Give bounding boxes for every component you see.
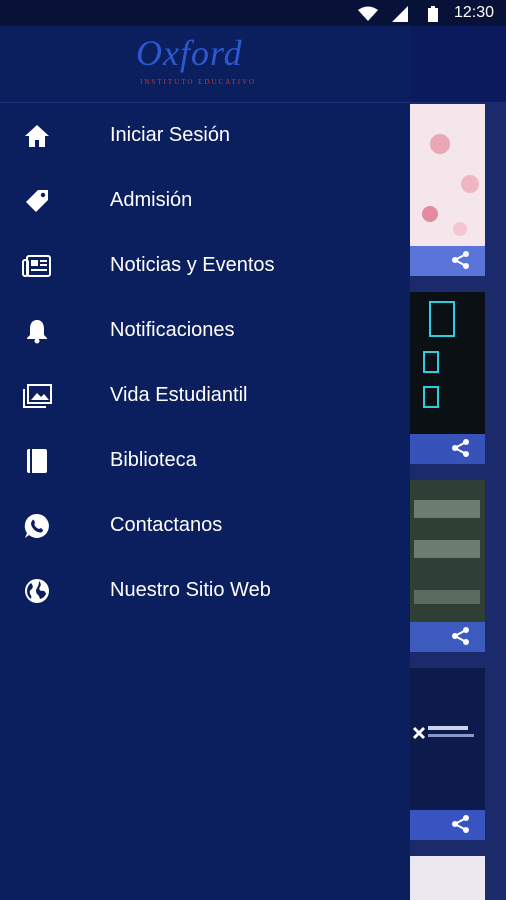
menu-item-label: Contactanos [110,514,223,536]
card-share-bar [410,810,485,840]
card-share-bar [410,246,485,276]
menu-item-label: Admisión [110,189,193,211]
menu-item-iniciar-sesion[interactable]: Iniciar Sesión [0,103,410,168]
menu-item-label: Vida Estudiantil [110,384,248,406]
share-icon[interactable] [451,438,471,458]
bell-icon [22,316,52,346]
battery-icon [428,6,438,22]
menu-item-label: Biblioteca [110,449,197,471]
news-card[interactable] [410,292,485,464]
logo-text: Oxford [136,33,243,73]
menu-item-label: Iniciar Sesión [110,124,231,146]
logo-subtitle: INSTITUTO EDUCATIVO [140,78,257,86]
drawer-header: Oxford INSTITUTO EDUCATIVO [0,26,410,103]
signal-icon [392,6,408,22]
home-icon [22,121,52,151]
menu-item-label: Notificaciones [110,319,235,341]
book-icon [22,446,52,476]
menu-item-sitio-web[interactable]: Nuestro Sitio Web [0,558,410,623]
status-time: 12:30 [453,4,494,21]
tag-icon [22,186,52,216]
photo-gallery-icon [22,381,52,411]
navigation-drawer: Oxford INSTITUTO EDUCATIVO Iniciar Sesió… [0,26,410,900]
menu-item-notificaciones[interactable]: Notificaciones [0,298,410,363]
menu-item-contactanos[interactable]: Contactanos [0,493,410,558]
card-share-bar [410,434,485,464]
menu-item-noticias-eventos[interactable]: Noticias y Eventos [0,233,410,298]
card-share-bar [410,622,485,652]
menu-item-biblioteca[interactable]: Biblioteca [0,428,410,493]
drawer-menu: Iniciar Sesión Admisión Noticias y Event… [0,103,410,623]
news-card[interactable] [410,668,485,840]
wifi-icon [358,6,378,21]
news-card[interactable] [410,480,485,652]
oxford-logo[interactable]: Oxford INSTITUTO EDUCATIVO [136,32,276,94]
status-bar: 12:30 [0,0,506,26]
menu-item-label: Noticias y Eventos [110,254,275,276]
news-card[interactable] [410,856,485,900]
menu-item-admision[interactable]: Admisión [0,168,410,233]
share-icon[interactable] [451,814,471,834]
share-icon[interactable] [451,250,471,270]
share-icon[interactable] [451,626,471,646]
whatsapp-icon [22,511,52,541]
globe-icon [22,576,52,606]
news-card[interactable] [410,104,485,276]
menu-item-label: Nuestro Sitio Web [110,579,271,601]
newspaper-icon [22,251,52,281]
menu-item-vida-estudiantil[interactable]: Vida Estudiantil [0,363,410,428]
